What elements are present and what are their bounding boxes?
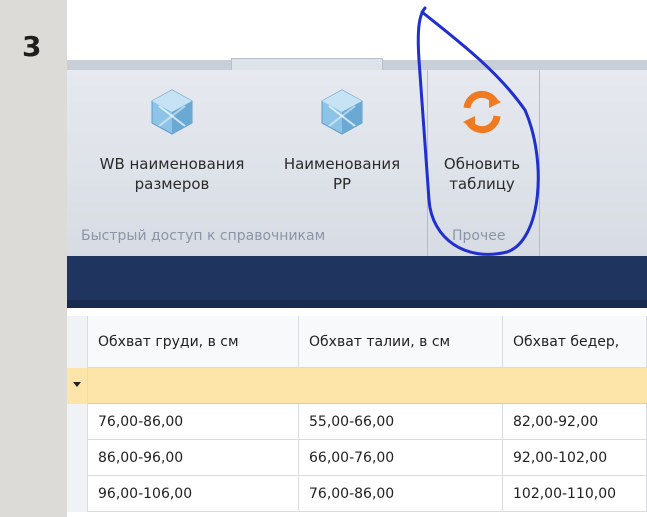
grid-cell[interactable]: 86,00-96,00: [88, 440, 299, 476]
grid-cell[interactable]: 76,00-86,00: [88, 404, 299, 440]
cube-icon: [321, 89, 363, 135]
grid-cell[interactable]: 92,00-102,00: [503, 440, 647, 476]
grid-cell[interactable]: 76,00-86,00: [299, 476, 503, 512]
column-header-chest[interactable]: Обхват груди, в см: [88, 316, 299, 368]
filter-row-indicator: [67, 368, 88, 404]
row-indicator-header: [67, 316, 88, 368]
button-label-line2: таблицу: [449, 175, 515, 193]
refresh-table-button[interactable]: Обновить таблицу: [427, 88, 537, 194]
ribbon-group-separator: [427, 70, 428, 256]
button-label-line1: WB наименования: [99, 155, 245, 173]
button-label-line2: размеров: [134, 175, 210, 193]
filter-dropdown-icon[interactable]: [73, 382, 81, 387]
button-label-line1: Обновить: [443, 155, 521, 173]
grid-cell[interactable]: 55,00-66,00: [299, 404, 503, 440]
grid-cell[interactable]: 96,00-106,00: [88, 476, 299, 512]
grid-cell[interactable]: 82,00-92,00: [503, 404, 647, 440]
grid-caption-bar-shadow: [67, 300, 647, 308]
window-top-area: [67, 0, 647, 60]
wb-size-names-button[interactable]: WB наименования размеров: [77, 88, 267, 194]
column-header-hips[interactable]: Обхват бедер,: [503, 316, 647, 368]
cube-icon: [151, 89, 193, 135]
row-indicator: [67, 440, 88, 476]
app-screenshot: WB наименования размеров Наименования РР…: [67, 0, 647, 517]
slide-number: 3: [22, 30, 42, 63]
button-label-line2: РР: [332, 175, 352, 193]
grid-cell[interactable]: 102,00-110,00: [503, 476, 647, 512]
pp-names-button[interactable]: Наименования РР: [267, 88, 417, 194]
filter-row[interactable]: [88, 368, 647, 404]
grid-cell[interactable]: 66,00-76,00: [299, 440, 503, 476]
ribbon-group-separator: [539, 70, 540, 256]
column-header-waist[interactable]: Обхват талии, в см: [299, 316, 503, 368]
row-indicator: [67, 476, 88, 512]
refresh-icon: [463, 90, 501, 134]
row-indicator: [67, 404, 88, 440]
button-label-line1: Наименования: [283, 155, 401, 173]
ribbon-group-label: Прочее: [452, 228, 506, 244]
ribbon-group-label: Быстрый доступ к справочникам: [81, 228, 326, 244]
